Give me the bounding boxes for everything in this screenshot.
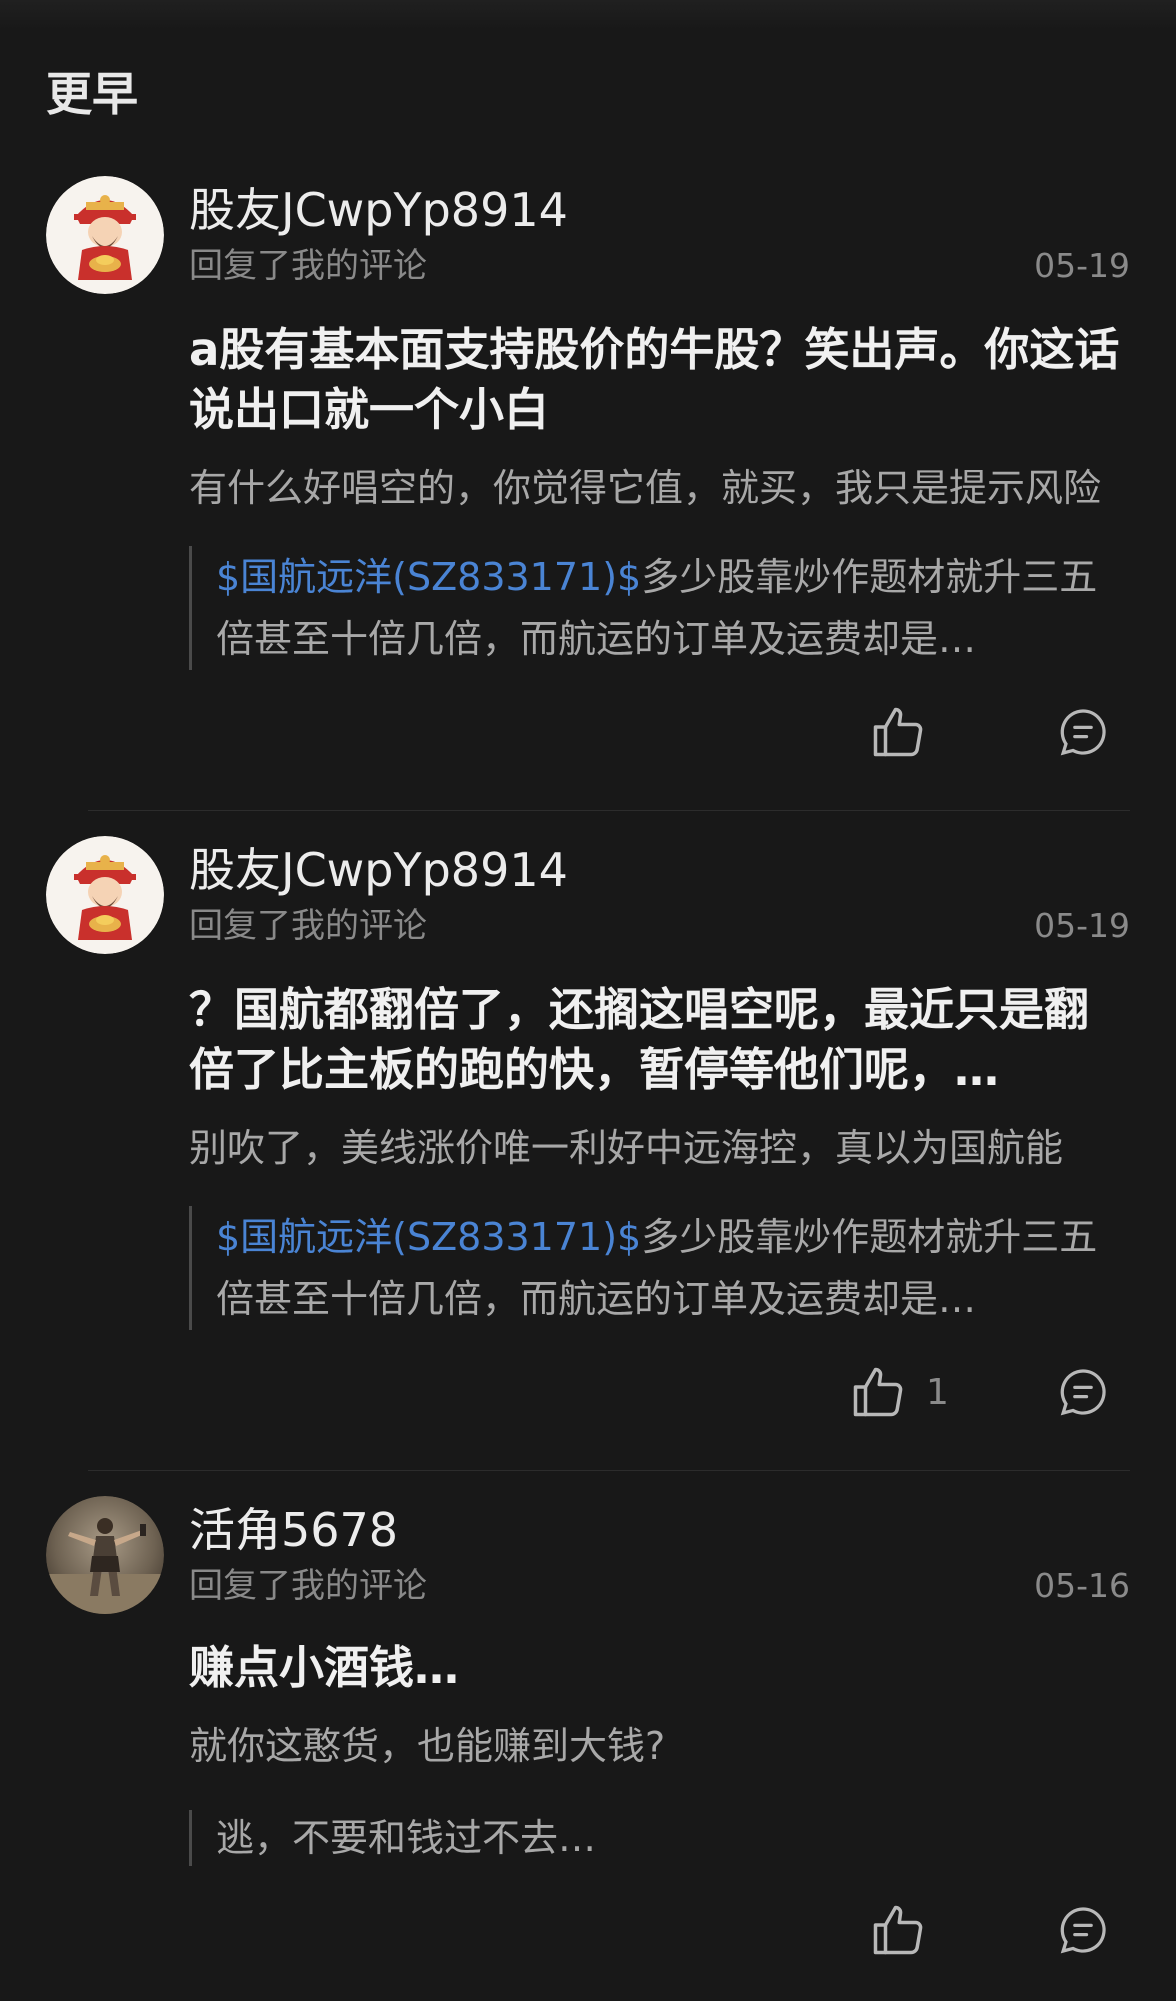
comment-button[interactable]: [1055, 1364, 1111, 1420]
thumbs-up-icon: [853, 1367, 903, 1417]
timestamp: 05-19: [1034, 906, 1130, 945]
like-button[interactable]: [868, 1900, 928, 1960]
username[interactable]: 股友JCwpYp8914: [189, 180, 568, 240]
action-label: 回复了我的评论: [189, 906, 427, 946]
my-comment-text[interactable]: 别吹了，美线涨价唯一利好中远海控，真以为国航能: [189, 1122, 1131, 1174]
timestamp: 05-19: [1034, 246, 1130, 285]
reply-text[interactable]: 赚点小酒钱…: [189, 1638, 1129, 1698]
action-label: 回复了我的评论: [189, 246, 427, 286]
section-title: 更早: [46, 67, 138, 121]
quoted-post-text: 逃，不要和钱过不去…: [216, 1816, 597, 1860]
divider: [88, 810, 1130, 811]
like-count: 1: [926, 1372, 949, 1413]
thumbs-up-icon: [873, 1905, 923, 1955]
quoted-post[interactable]: $国航远洋(SZ833171)$多少股靠炒作题材就升三五倍甚至十倍几倍，而航运的…: [189, 1206, 1131, 1330]
status-bar-area: [0, 0, 1176, 30]
gladiator-avatar-icon[interactable]: [46, 1496, 164, 1614]
quoted-post[interactable]: 逃，不要和钱过不去…: [189, 1810, 1131, 1866]
stock-link[interactable]: $国航远洋(SZ833171)$: [216, 1215, 641, 1259]
quoted-post[interactable]: $国航远洋(SZ833171)$多少股靠炒作题材就升三五倍甚至十倍几倍，而航运的…: [189, 546, 1131, 670]
action-label: 回复了我的评论: [189, 1566, 427, 1606]
comment-bubble-icon: [1060, 709, 1106, 756]
username[interactable]: 活角5678: [189, 1500, 398, 1560]
comment-bubble-icon: [1060, 1369, 1106, 1416]
my-comment-text[interactable]: 有什么好唱空的，你觉得它值，就买，我只是提示风险: [189, 462, 1131, 514]
comment-button[interactable]: [1055, 704, 1111, 760]
comment-bubble-icon: [1060, 1907, 1106, 1954]
stock-link[interactable]: $国航远洋(SZ833171)$: [216, 555, 641, 599]
god-of-wealth-avatar-icon[interactable]: [46, 176, 164, 294]
reply-text[interactable]: a股有基本面支持股价的牛股？笑出声。你这话说出口就一个小白: [189, 320, 1129, 440]
username[interactable]: 股友JCwpYp8914: [189, 840, 568, 900]
like-button[interactable]: [848, 1362, 908, 1422]
divider: [88, 1470, 1130, 1471]
thumbs-up-icon: [873, 707, 923, 757]
like-button[interactable]: [868, 702, 928, 762]
god-of-wealth-avatar-icon[interactable]: [46, 836, 164, 954]
reply-text[interactable]: ？国航都翻倍了，还搁这唱空呢，最近只是翻倍了比主板的跑的快，暂停等他们呢，…: [189, 980, 1129, 1100]
comment-button[interactable]: [1055, 1902, 1111, 1958]
timestamp: 05-16: [1034, 1566, 1130, 1605]
my-comment-text[interactable]: 就你这憨货，也能赚到大钱?: [189, 1720, 1131, 1772]
